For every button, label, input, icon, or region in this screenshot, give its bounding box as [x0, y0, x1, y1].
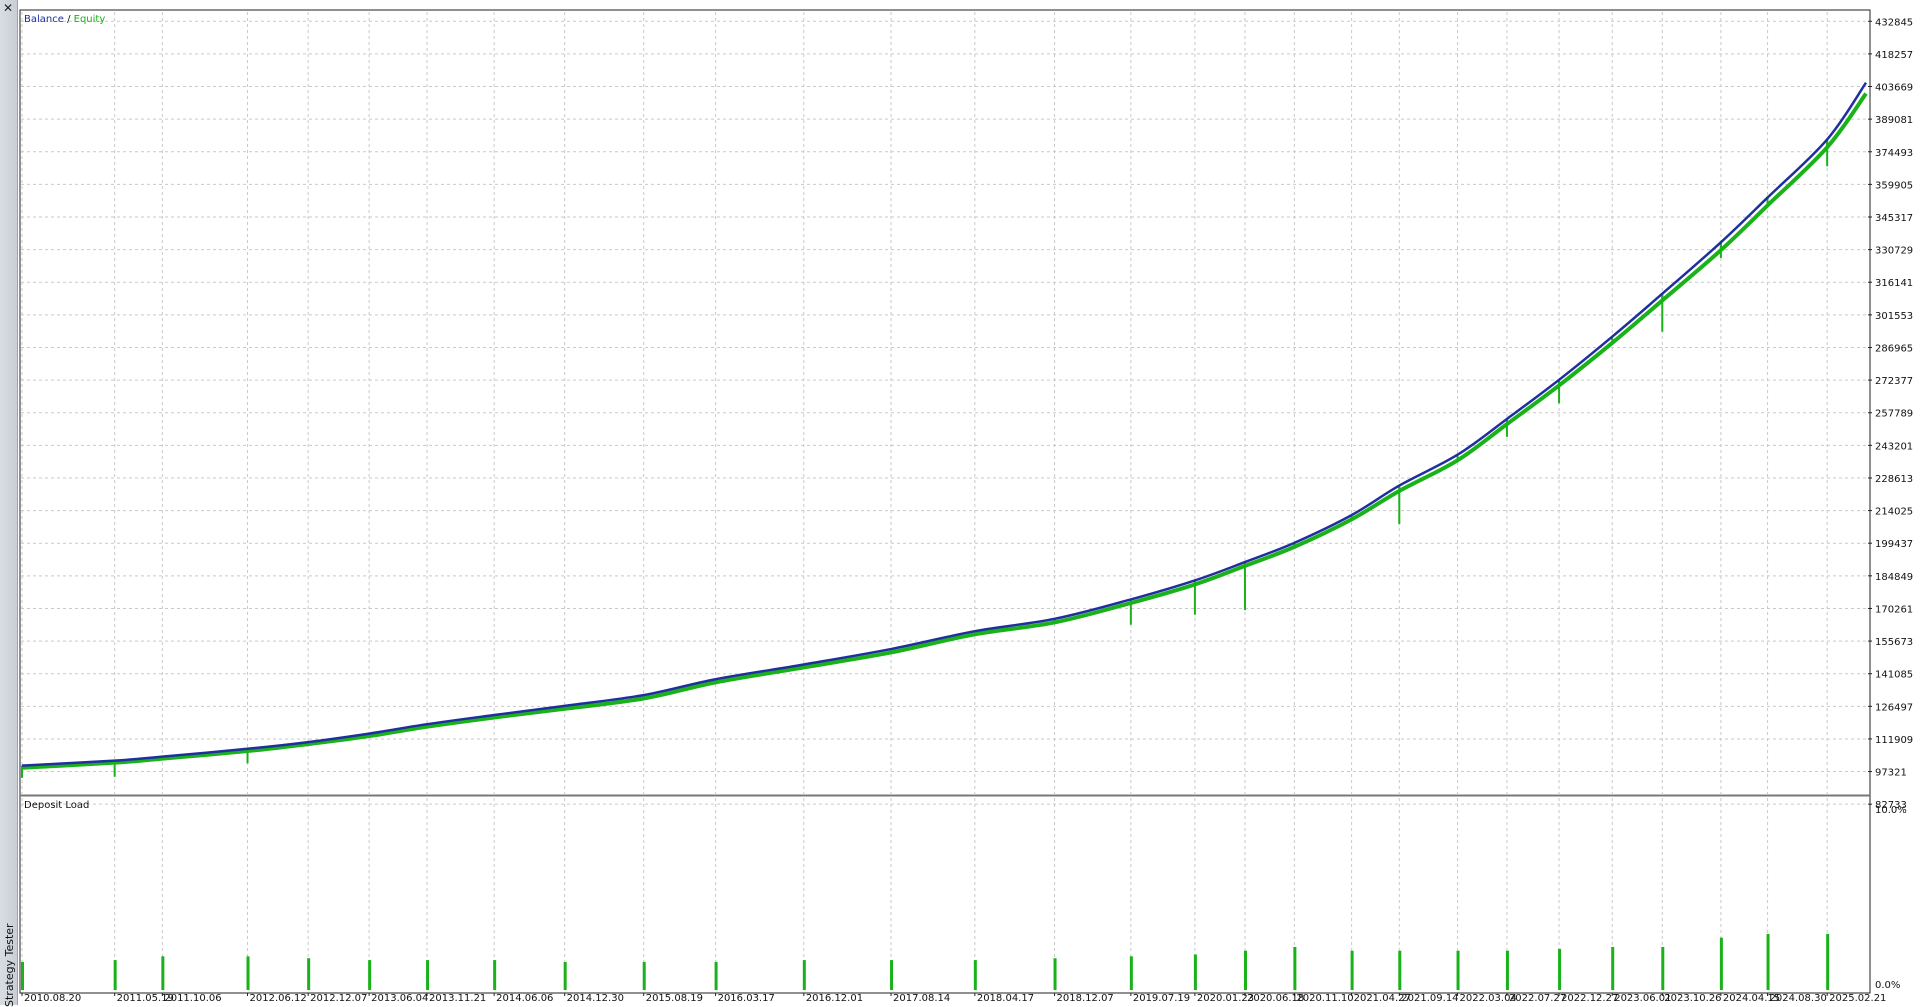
deposit-load-bar	[1611, 946, 1615, 990]
x-tick-label: 2014.12.30	[567, 993, 624, 1004]
y-tick-label: 432845	[1875, 17, 1913, 28]
deposit-load-bar	[714, 961, 718, 990]
y-tick-label: 359905	[1875, 180, 1913, 191]
y-tick-label: 374493	[1875, 148, 1913, 159]
legend-balance: Balance	[24, 14, 64, 25]
deposit-load-bar	[368, 960, 372, 990]
main-chart-frame	[19, 9, 1871, 796]
deposit-load-bar	[1456, 950, 1460, 990]
x-tick-label: 2018.12.07	[1057, 993, 1114, 1004]
x-tick-label: 2021.09.14	[1401, 993, 1458, 1004]
x-tick-label: 2023.06.01	[1614, 993, 1671, 1004]
deposit-load-bar	[426, 960, 430, 990]
deposit-load-bar	[1053, 958, 1057, 990]
deposit-load-bar	[563, 961, 567, 990]
x-tick-label: 2025.02.21	[1829, 993, 1886, 1004]
y-tick-label: 97321	[1875, 768, 1907, 779]
load-y-tick-label: 10.0%	[1875, 805, 1907, 816]
x-tick-label: 2012.12.07	[310, 993, 367, 1004]
x-tick-label: 2018.04.17	[977, 993, 1034, 1004]
deposit-load-bar	[1661, 946, 1665, 990]
legend: Balance / Equity	[24, 14, 105, 25]
x-tick-label: 2012.06.12	[250, 993, 307, 1004]
y-tick-label: 257789	[1875, 409, 1913, 420]
deposit-load-bar	[1826, 933, 1830, 990]
deposit-load-title: Deposit Load	[24, 800, 89, 811]
deposit-load-bar	[1766, 933, 1770, 990]
y-tick-label: 170261	[1875, 604, 1913, 615]
y-tick-label: 272377	[1875, 376, 1913, 387]
deposit-load-bar	[246, 956, 250, 990]
y-tick-label: 141085	[1875, 670, 1913, 681]
legend-equity: Equity	[74, 14, 106, 25]
y-tick-label: 126497	[1875, 702, 1913, 713]
x-tick-label: 2011.10.06	[164, 993, 221, 1004]
x-tick-label: 2019.07.19	[1133, 993, 1190, 1004]
x-tick-label: 2017.08.14	[893, 993, 950, 1004]
deposit-load-bar	[973, 960, 977, 990]
x-tick-label: 2020.01.23	[1197, 993, 1254, 1004]
x-tick-label: 2013.11.21	[429, 993, 486, 1004]
deposit-load-bar	[1719, 937, 1723, 990]
y-tick-label: 330729	[1875, 246, 1913, 257]
y-tick-label: 228613	[1875, 474, 1913, 485]
deposit-load-bar	[1293, 946, 1297, 990]
deposit-load-bar	[113, 960, 117, 990]
y-tick-label: 389081	[1875, 115, 1913, 126]
deposit-load-bar	[21, 961, 24, 990]
deposit-load-bar	[642, 961, 646, 990]
deposit-load-bar	[1398, 950, 1402, 990]
y-tick-label: 316141	[1875, 278, 1913, 289]
deposit-load-bar	[1243, 950, 1247, 990]
y-tick-label: 403669	[1875, 83, 1913, 94]
deposit-load-bar	[802, 960, 806, 990]
x-tick-label: 2015.08.19	[646, 993, 703, 1004]
load-chart-frame	[19, 795, 1871, 994]
deposit-load-bar	[1558, 948, 1562, 990]
y-tick-label: 301553	[1875, 311, 1913, 322]
y-tick-label: 286965	[1875, 343, 1913, 354]
x-tick-label: 2016.03.17	[718, 993, 775, 1004]
y-tick-label: 345317	[1875, 213, 1913, 224]
load-y-tick-label: 0.0%	[1875, 980, 1900, 991]
x-tick-label: 2022.07.27	[1509, 993, 1566, 1004]
deposit-load-bar	[307, 958, 311, 990]
y-tick-label: 184849	[1875, 572, 1913, 583]
y-tick-label: 214025	[1875, 507, 1913, 518]
deposit-load-bar	[1129, 956, 1133, 990]
y-tick-label: 243201	[1875, 441, 1913, 452]
deposit-load-bar	[1350, 950, 1354, 990]
x-tick-label: 2023.10.26	[1664, 993, 1721, 1004]
deposit-load-bar	[1505, 950, 1509, 990]
x-tick-label: 2010.08.20	[24, 993, 81, 1004]
y-tick-label: 199437	[1875, 539, 1913, 550]
x-tick-label: 2022.12.27	[1561, 993, 1618, 1004]
x-tick-label: 2013.06.04	[371, 993, 428, 1004]
y-tick-label: 418257	[1875, 50, 1913, 61]
x-tick-label: 2020.11.10	[1296, 993, 1353, 1004]
deposit-load-bar	[161, 956, 165, 990]
deposit-load-bar	[493, 960, 497, 990]
x-tick-label: 2014.06.06	[496, 993, 553, 1004]
y-tick-label: 155673	[1875, 637, 1913, 648]
x-tick-label: 2016.12.01	[806, 993, 863, 1004]
y-tick-label: 111909	[1875, 735, 1913, 746]
chart-canvas: 432845 418257 403669 389081 374493 359905 3453…	[19, 9, 1913, 1004]
deposit-load-bar	[1193, 954, 1197, 990]
deposit-load-bar	[890, 960, 894, 990]
x-tick-label: 2024.08.30	[1770, 993, 1827, 1004]
